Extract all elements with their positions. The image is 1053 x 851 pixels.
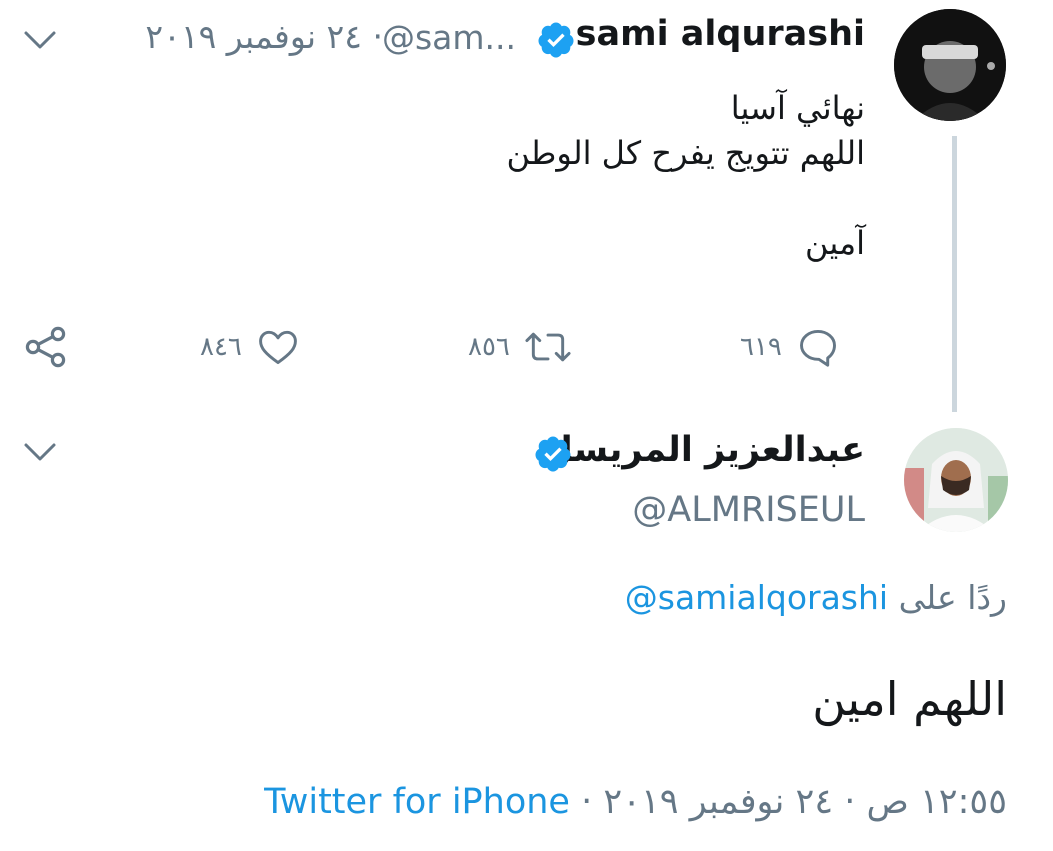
- reply-count: ٦١٩: [740, 332, 782, 362]
- verified-badge-icon: [535, 436, 571, 472]
- retweet-icon[interactable]: [524, 325, 572, 369]
- parent-author-avatar[interactable]: [894, 9, 1006, 121]
- share-icon[interactable]: [22, 323, 70, 371]
- retweet-action[interactable]: ٨٥٦: [468, 322, 572, 372]
- reply-author-name[interactable]: عبدالعزيز المريسل: [542, 430, 865, 470]
- reply-author-avatar[interactable]: [904, 428, 1008, 532]
- tweet-source-link[interactable]: Twitter for iPhone: [264, 782, 570, 822]
- reply-tweet-text: اللهم امين: [812, 672, 1007, 726]
- tweet-meta: ١٢:٥٥ ص · ٢٤ نوفمبر ٢٠١٩ · Twitter for i…: [264, 782, 1007, 822]
- tweet-time: ١٢:٥٥ ص: [866, 782, 1007, 822]
- share-action[interactable]: [22, 322, 70, 372]
- retweet-count: ٨٥٦: [468, 332, 510, 362]
- reply-action[interactable]: ٦١٩: [740, 322, 840, 372]
- thread-connector-line: [952, 136, 957, 412]
- parent-author-name[interactable]: sami alqurashi: [576, 14, 865, 54]
- reply-icon[interactable]: [796, 325, 840, 369]
- reply-author-handle[interactable]: @ALMRISEUL: [632, 490, 865, 530]
- chevron-down-icon[interactable]: [22, 440, 58, 464]
- tweet-date: ٢٤ نوفمبر ٢٠١٩: [603, 782, 834, 822]
- like-count: ٨٤٦: [200, 332, 242, 362]
- parent-tweet-date[interactable]: · ٢٤ نوفمبر ٢٠١٩: [145, 17, 383, 56]
- like-icon[interactable]: [256, 325, 300, 369]
- replying-to: ردًا على @samialqorashi: [625, 578, 1007, 617]
- parent-author-handle[interactable]: @sam...: [382, 18, 516, 57]
- replying-to-label: ردًا على: [898, 578, 1007, 617]
- like-action[interactable]: ٨٤٦: [200, 322, 300, 372]
- chevron-down-icon[interactable]: [22, 28, 58, 52]
- replying-to-mention[interactable]: @samialqorashi: [625, 578, 888, 617]
- verified-badge-icon: [538, 22, 574, 58]
- parent-tweet-text: نهائي آسيا اللهم تتويج يفرح كل الوطن آمي…: [506, 89, 866, 262]
